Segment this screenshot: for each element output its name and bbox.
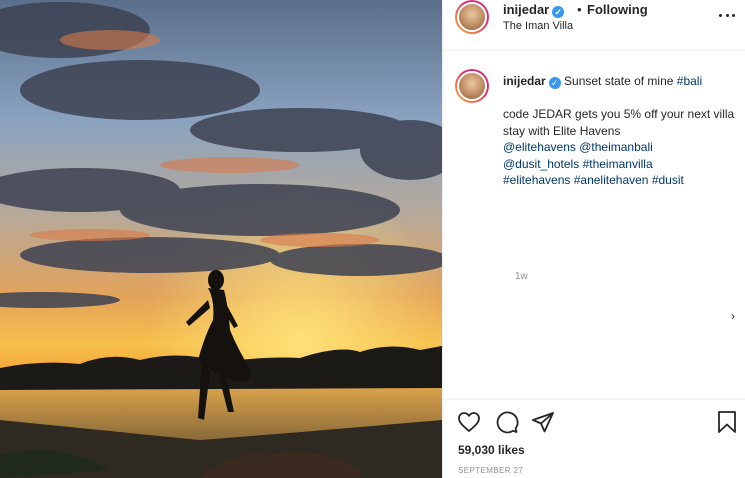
hashtag-dusit[interactable]: #dusit [652, 173, 684, 187]
caption-time[interactable]: 1w [515, 271, 528, 282]
heart-icon[interactable] [457, 410, 481, 434]
post-photo[interactable] [0, 0, 442, 478]
verified-badge-icon: ✓ [548, 77, 561, 89]
post-date[interactable]: SEPTEMBER 27 [458, 466, 523, 475]
username-text[interactable]: inijedar [503, 2, 549, 17]
location-link[interactable]: The Iman Villa [503, 20, 573, 32]
more-options-icon[interactable] [719, 10, 735, 20]
caption-promo-text: code JEDAR gets you 5% off your next vil… [503, 107, 735, 138]
mention-elitehavens[interactable]: @elitehavens [503, 140, 576, 154]
caption-username[interactable]: inijedar [503, 74, 546, 88]
sunset-photo-image [0, 0, 442, 478]
mention-dusit-hotels[interactable]: @dusit_hotels [503, 157, 579, 171]
bookmark-icon[interactable] [715, 410, 739, 434]
following-button[interactable]: Following [587, 2, 648, 17]
likes-count[interactable]: 59,030 likes [458, 443, 525, 457]
hashtag-anelitehaven[interactable]: #anelitehaven [574, 173, 649, 187]
separator-dot: • [577, 2, 582, 17]
hashtag-elitehavens[interactable]: #elitehavens [503, 173, 570, 187]
caption-line-1: Sunset state of mine [564, 74, 677, 88]
username-link[interactable]: inijedar ✓ [503, 2, 565, 18]
mention-theimanbali[interactable]: @theimanbali [579, 140, 653, 154]
post-details-panel: inijedar ✓ • Following The Iman Villa ini… [442, 0, 745, 478]
avatar[interactable] [455, 0, 489, 34]
chevron-right-icon[interactable]: › [731, 309, 735, 323]
share-icon[interactable] [531, 410, 555, 434]
hashtag-bali[interactable]: #bali [677, 74, 702, 88]
hashtag-theimanvilla[interactable]: #theimanvilla [583, 157, 653, 171]
caption-text: inijedar ✓ Sunset state of mine #bali cod… [503, 73, 738, 189]
comment-icon[interactable] [495, 410, 519, 434]
verified-badge-icon: ✓ [552, 6, 565, 18]
caption-avatar[interactable] [455, 69, 489, 103]
post-header: inijedar ✓ • Following The Iman Villa [443, 0, 745, 51]
